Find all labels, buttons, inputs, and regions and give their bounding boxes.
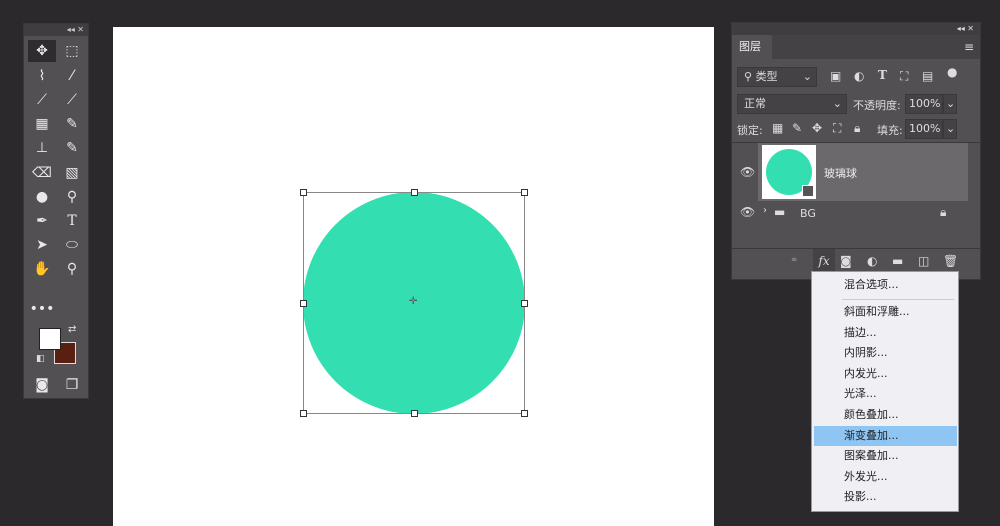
transform-handle[interactable] bbox=[300, 300, 307, 307]
folder-icon: ▬ bbox=[774, 205, 786, 219]
visibility-eye-icon[interactable]: 👁︎ bbox=[740, 205, 755, 219]
pen-tool-icon[interactable]: ✒ bbox=[28, 210, 56, 232]
quick-mask-icon[interactable]: ◙ bbox=[28, 374, 56, 396]
filter-type-icon[interactable]: T bbox=[878, 68, 887, 82]
screen-mode-icon[interactable]: ❐ bbox=[58, 374, 86, 396]
filter-toggle-icon[interactable]: ● bbox=[947, 65, 957, 79]
new-layer-icon[interactable]: ◫ bbox=[918, 254, 929, 268]
panel-menu-icon[interactable]: ≡ bbox=[964, 40, 974, 54]
transform-handle[interactable] bbox=[521, 410, 528, 417]
menu-divider bbox=[842, 299, 954, 300]
lock-pixels-icon[interactable]: ✎ bbox=[792, 121, 802, 135]
tools-panel: ◂◂ ✕ ✥ ⬚ ⌇ ⁄ ⟋ ⟋ ▦ ✎ ⊥ ✎ ⌫ ▧ ● ⚲ ✒ T ➤ ⬭… bbox=[23, 23, 89, 399]
lock-position-icon[interactable]: ✥ bbox=[812, 121, 822, 135]
lock-label: 锁定: bbox=[737, 124, 763, 137]
lasso-tool-icon[interactable]: ⌇ bbox=[28, 65, 56, 87]
opacity-label: 不透明度: bbox=[853, 99, 901, 112]
lock-all-icon[interactable]: 🔒︎ bbox=[854, 121, 860, 136]
new-group-icon[interactable]: ▬ bbox=[892, 254, 903, 268]
blend-mode-select[interactable]: 正常 ⌄ bbox=[737, 94, 847, 114]
opacity-input[interactable]: 100% bbox=[905, 94, 943, 114]
blur-tool-icon[interactable]: ● bbox=[28, 186, 56, 208]
transform-handle[interactable] bbox=[521, 189, 528, 196]
menu-item-pattern-overlay[interactable]: 图案叠加... bbox=[814, 446, 957, 466]
visibility-eye-icon[interactable]: 👁︎ bbox=[740, 165, 755, 179]
ellipse-tool-icon[interactable]: ⬭ bbox=[58, 234, 86, 256]
eraser-tool-icon[interactable]: ⌫ bbox=[28, 162, 56, 184]
layers-panel: ◂◂ ✕ 图层 ≡ ⚲ 类型 ⌄ ▣ ◐ T ⛶ ▤ ● 正常 ⌄ 不透明度: 10… bbox=[731, 22, 981, 280]
menu-item-drop-shadow[interactable]: 投影... bbox=[814, 487, 957, 507]
gradient-tool-icon[interactable]: ▧ bbox=[58, 162, 86, 184]
menu-item-inner-glow[interactable]: 内发光... bbox=[814, 364, 957, 384]
menu-item-bevel-emboss[interactable]: 斜面和浮雕... bbox=[814, 302, 957, 322]
fill-label: 填充: bbox=[877, 124, 903, 137]
panel-collapse-close[interactable]: ◂◂ ✕ bbox=[732, 23, 980, 35]
lock-artboard-icon[interactable]: ⛶ bbox=[833, 121, 841, 136]
menu-item-inner-shadow[interactable]: 内阴影... bbox=[814, 343, 957, 363]
adjustment-layer-icon[interactable]: ◐ bbox=[867, 254, 877, 268]
menu-item-color-overlay[interactable]: 颜色叠加... bbox=[814, 405, 957, 425]
eyedropper-tool-icon[interactable]: ⟋ bbox=[58, 89, 86, 111]
filter-pixel-icon[interactable]: ▣ bbox=[830, 69, 841, 83]
transform-handle[interactable] bbox=[300, 189, 307, 196]
fx-button[interactable]: fx bbox=[813, 249, 835, 273]
layer-name[interactable]: BG bbox=[800, 207, 816, 220]
layer-lock-icon: 🔒︎ bbox=[940, 205, 947, 219]
menu-item-gradient-overlay[interactable]: 渐变叠加... bbox=[814, 426, 957, 446]
more-tools-icon[interactable]: ••• bbox=[28, 298, 56, 320]
expand-group-icon[interactable]: › bbox=[763, 205, 767, 216]
magic-wand-tool-icon[interactable]: ⁄ bbox=[58, 65, 86, 87]
add-mask-icon[interactable]: ◙ bbox=[840, 254, 852, 268]
transform-bounding-box[interactable]: ✛ bbox=[300, 189, 528, 417]
layer-thumbnail bbox=[762, 145, 816, 199]
fill-dropdown[interactable]: ⌄ bbox=[943, 119, 957, 139]
panel-collapse-close[interactable]: ◂◂ ✕ bbox=[24, 24, 88, 36]
dodge-tool-icon[interactable]: ⚲ bbox=[58, 186, 86, 208]
lock-transparent-icon[interactable]: ▦ bbox=[772, 121, 783, 135]
transform-handle[interactable] bbox=[521, 300, 528, 307]
path-select-tool-icon[interactable]: ➤ bbox=[28, 234, 56, 256]
fx-menu: 混合选项... 斜面和浮雕... 描边... 内阴影... 内发光... 光泽.… bbox=[811, 271, 959, 512]
filter-type-select[interactable]: ⚲ 类型 ⌄ bbox=[737, 67, 817, 87]
swap-colors-icon[interactable]: ⇄ bbox=[68, 324, 76, 335]
link-layers-icon[interactable]: ⚭ bbox=[790, 255, 798, 266]
type-tool-icon[interactable]: T bbox=[58, 210, 86, 232]
healing-tool-icon[interactable]: ▦ bbox=[28, 113, 56, 135]
hand-tool-icon[interactable]: ✋ bbox=[28, 258, 56, 280]
transform-handle[interactable] bbox=[300, 410, 307, 417]
foreground-color-swatch[interactable] bbox=[39, 328, 61, 350]
center-point-icon: ✛ bbox=[409, 296, 418, 307]
default-colors-icon[interactable]: ◧ bbox=[36, 354, 45, 364]
filter-shape-icon[interactable]: ⛶ bbox=[900, 69, 908, 84]
history-brush-tool-icon[interactable]: ✎ bbox=[58, 137, 86, 159]
transform-handle[interactable] bbox=[411, 410, 418, 417]
tab-layers[interactable]: 图层 bbox=[732, 35, 772, 59]
transform-handle[interactable] bbox=[411, 189, 418, 196]
filter-value: 类型 bbox=[755, 70, 778, 83]
opacity-dropdown[interactable]: ⌄ bbox=[943, 94, 957, 114]
layer-name[interactable]: 玻璃球 bbox=[824, 165, 857, 181]
zoom-tool-icon[interactable]: ⚲ bbox=[58, 258, 86, 280]
filter-smart-object-icon[interactable]: ▤ bbox=[922, 69, 933, 83]
stamp-tool-icon[interactable]: ⊥ bbox=[28, 137, 56, 159]
blend-mode-value: 正常 bbox=[744, 97, 766, 110]
fill-input[interactable]: 100% bbox=[905, 119, 943, 139]
delete-layer-icon[interactable]: 🗑︎ bbox=[943, 254, 958, 268]
menu-item-blending-options[interactable]: 混合选项... bbox=[814, 275, 957, 295]
menu-item-satin[interactable]: 光泽... bbox=[814, 384, 957, 404]
crop-tool-icon[interactable]: ⟋ bbox=[28, 89, 56, 111]
move-tool-icon[interactable]: ✥ bbox=[28, 40, 56, 62]
marquee-tool-icon[interactable]: ⬚ bbox=[58, 40, 86, 62]
filter-adjustment-icon[interactable]: ◐ bbox=[854, 69, 864, 83]
layer-row[interactable]: 玻璃球 bbox=[758, 143, 968, 201]
menu-item-stroke[interactable]: 描边... bbox=[814, 323, 957, 343]
menu-item-outer-glow[interactable]: 外发光... bbox=[814, 467, 957, 487]
brush-tool-icon[interactable]: ✎ bbox=[58, 113, 86, 135]
